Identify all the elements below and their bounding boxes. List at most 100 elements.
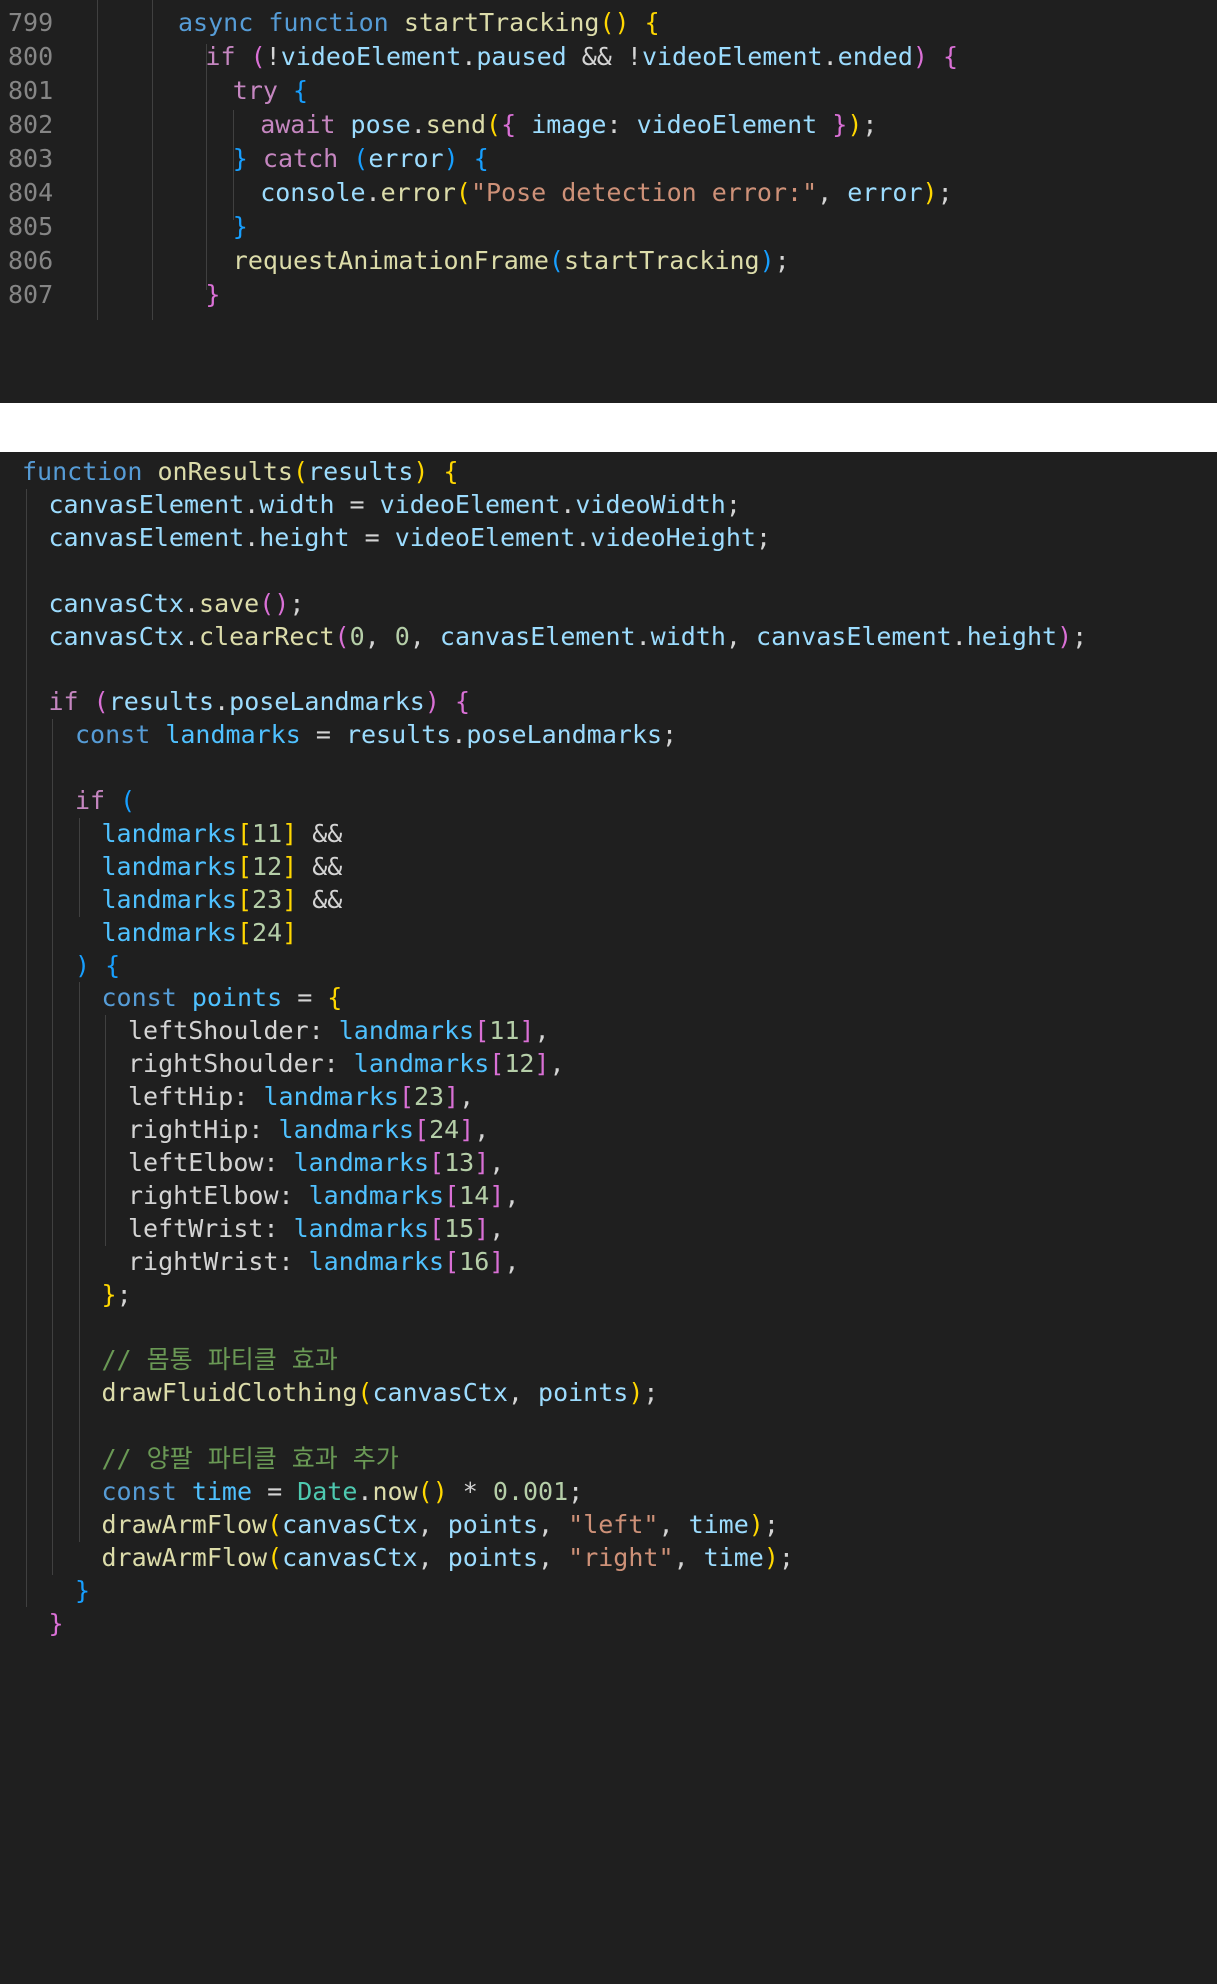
code-token: landmarks [165, 720, 301, 750]
code-token: rightShoulder [128, 1049, 324, 1079]
code-token: image [531, 110, 607, 139]
code-token: landmarks [278, 1115, 414, 1144]
code-token: rightWrist [128, 1246, 279, 1276]
indent-guide [233, 110, 234, 220]
code-token: Date [297, 1476, 358, 1506]
code-content: const time = Date.now() * 0.001; [102, 1476, 584, 1509]
code-line: 802 await pose.send({ image: videoElement… [0, 108, 1217, 142]
code-content: leftHip: landmarks[23], [128, 1081, 474, 1114]
code-token: ] [489, 1246, 505, 1276]
code-token: ) [847, 110, 863, 139]
code-token: } [832, 110, 848, 139]
code-content: leftShoulder: landmarks[11], [128, 1015, 550, 1048]
code-token: : [248, 1115, 279, 1144]
code-token: : [278, 1180, 309, 1210]
code-token: ) [628, 1378, 644, 1408]
code-content: } [205, 278, 220, 312]
code-token: . [560, 489, 576, 519]
code-line: landmarks[12] && [0, 851, 1217, 884]
code-token: 23 [414, 1082, 445, 1112]
code-token: ) [1057, 621, 1073, 651]
code-token: error [847, 178, 923, 207]
code-token: } [205, 280, 221, 309]
code-token: && [297, 851, 343, 881]
code-token: , [673, 1542, 704, 1572]
code-token: [ [236, 884, 253, 914]
code-token: landmarks [308, 1180, 445, 1210]
code-token: canvasElement [48, 489, 245, 519]
code-token: . [951, 621, 967, 651]
code-content: } catch (error) { [233, 142, 489, 176]
code-token: videoElement [641, 42, 823, 71]
code-token: ) [759, 246, 775, 275]
code-token: landmarks [101, 818, 237, 848]
code-token: { [443, 457, 459, 486]
code-token: time [191, 1476, 253, 1506]
code-token: () [417, 1476, 448, 1506]
code-line: 801 try { [0, 74, 1217, 108]
line-number: 804 [8, 178, 54, 207]
code-line: // 몸통 파티클 효과 [0, 1344, 1217, 1377]
code-line: landmarks[11] && [0, 818, 1217, 851]
separator-strip [0, 403, 1217, 452]
code-token: 0.001 [492, 1476, 569, 1506]
code-token: [ [474, 1016, 490, 1046]
code-token: videoElement [636, 110, 818, 139]
indent-guide [52, 719, 53, 1575]
code-content: landmarks[24] [102, 917, 298, 950]
code-token: ; [725, 489, 741, 519]
code-token: videoElement [379, 489, 561, 519]
code-token: ) [424, 687, 440, 717]
line-number: 800 [8, 42, 54, 71]
code-token: = [282, 983, 328, 1013]
code-token: results [108, 687, 215, 717]
code-token: , [474, 1115, 490, 1144]
code-token: drawArmFlow [101, 1509, 268, 1539]
code-token: . [822, 42, 838, 71]
code-token: 16 [459, 1246, 490, 1276]
code-line: rightWrist: landmarks[16], [0, 1246, 1217, 1279]
code-token: await [260, 110, 336, 139]
code-token: = [300, 720, 346, 750]
code-token: send [425, 110, 487, 139]
code-token: canvasCtx [282, 1509, 418, 1539]
code-line: 803} catch (error) { [0, 142, 1217, 176]
code-content: canvasCtx.clearRect(0, 0, canvasElement.… [49, 621, 1088, 654]
line-number: 807 [8, 280, 54, 309]
code-line: canvasElement.width = videoElement.video… [0, 489, 1217, 522]
code-token: const [75, 720, 151, 750]
code-token: videoHeight [590, 522, 756, 552]
code-token: ( [267, 1509, 283, 1539]
code-token: results [308, 457, 414, 486]
code-token: . [575, 522, 591, 552]
code-token: points [538, 1378, 629, 1408]
code-content: drawArmFlow(canvasCtx, points, "right", … [102, 1542, 794, 1575]
code-content: const landmarks = results.poseLandmarks; [75, 719, 677, 752]
code-token: videoElement [394, 522, 576, 552]
code-token: time [688, 1509, 749, 1539]
code-content: try { [233, 74, 308, 108]
code-token: 23 [252, 884, 283, 914]
code-token: } [232, 144, 248, 173]
code-token: } [232, 212, 248, 241]
code-token: { [327, 983, 343, 1013]
code-token: , [489, 1213, 505, 1243]
code-content: if (results.poseLandmarks) { [49, 686, 471, 719]
code-token: && [297, 884, 343, 914]
code-token: ] [282, 884, 298, 914]
code-token: ) [75, 950, 91, 980]
code-content: canvasElement.height = videoElement.vide… [49, 522, 772, 555]
code-token: 24 [252, 917, 283, 947]
